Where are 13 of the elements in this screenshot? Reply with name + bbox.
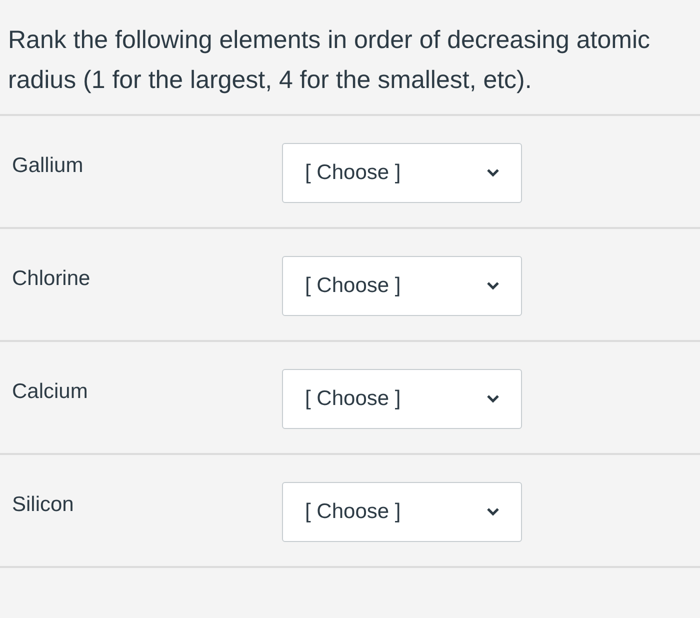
rank-dropdown[interactable]: [ Choose ] [282, 143, 522, 203]
element-label: Gallium [12, 153, 84, 179]
chevron-down-icon [487, 169, 499, 177]
rank-dropdown[interactable]: [ Choose ] [282, 369, 522, 429]
element-label: Silicon [12, 492, 75, 518]
chevron-down-icon [487, 395, 499, 403]
question-text: Rank the following elements in order of decreasing atomic radius (1 for the largest, 4 for the smallest, etc). [7, 25, 652, 96]
chevron-down-icon [487, 508, 499, 516]
rank-dropdown[interactable]: [ Choose ] [282, 256, 522, 316]
chevron-down-icon [487, 282, 499, 290]
element-label: Calcium [12, 379, 89, 405]
element-label: Chlorine [12, 266, 92, 292]
rank-dropdown[interactable]: [ Choose ] [282, 482, 522, 542]
